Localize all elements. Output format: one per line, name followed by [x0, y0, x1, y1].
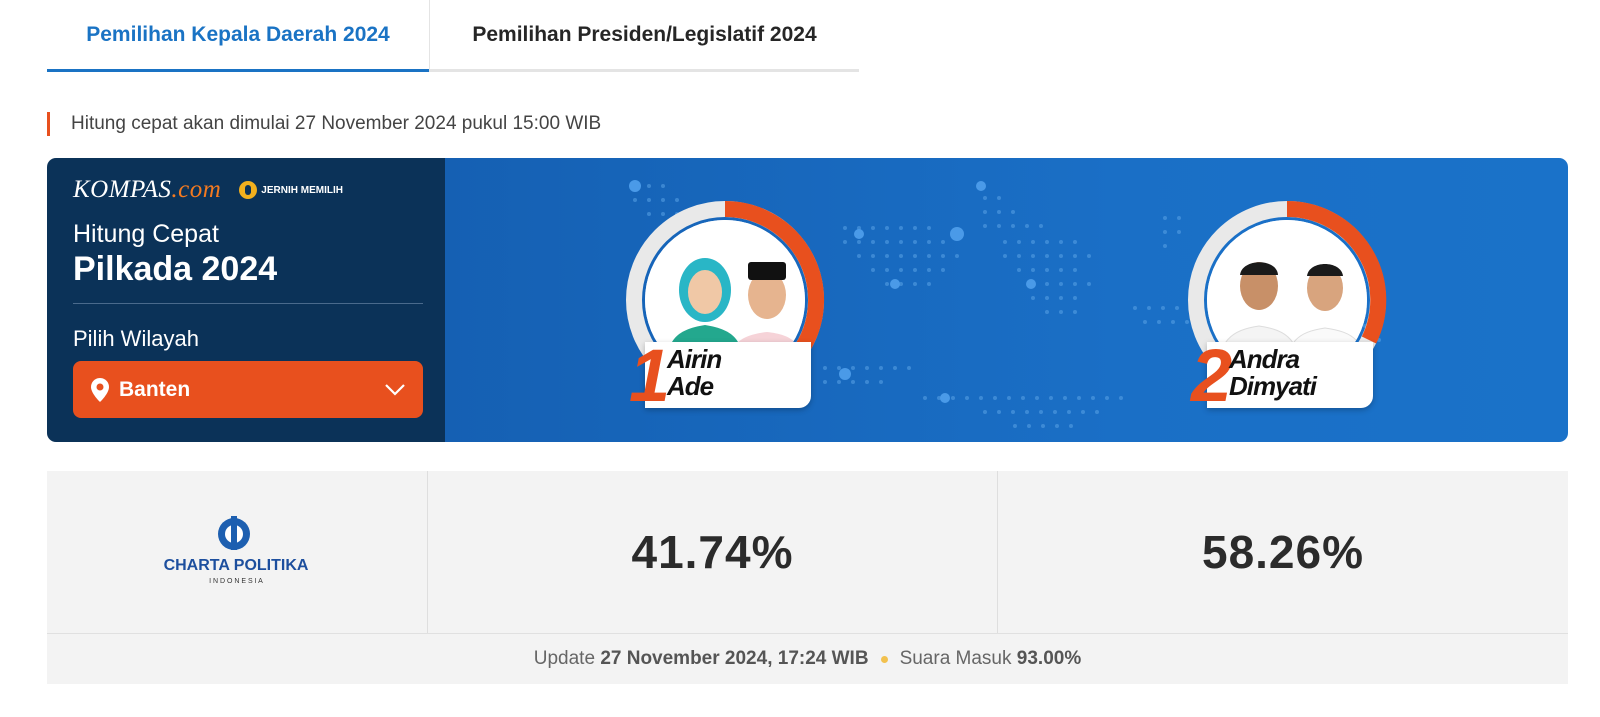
location-pin-icon [91, 377, 109, 402]
tab-pilpres-legislatif[interactable]: Pemilihan Presiden/Legislatif 2024 [429, 0, 859, 69]
region-select-value: Banten [119, 377, 191, 401]
quick-count-notice: Hitung cepat akan dimulai 27 November 20… [47, 112, 601, 136]
election-tabs: Pemilihan Kepala Daerah 2024 Pemilihan P… [47, 0, 859, 72]
pollster-name: CHARTA POLITIKA [164, 557, 309, 574]
banner-title: Hitung Cepat [73, 220, 219, 248]
candidate-1-number: 1 [629, 334, 671, 417]
candidate-1-names: Airin Ade [667, 344, 722, 401]
chevron-down-icon [385, 383, 405, 396]
candidate-2-percentage: 58.26% [1201, 526, 1364, 578]
update-value: 27 November 2024, 17:24 WIB [600, 648, 869, 669]
region-select[interactable]: Banten [73, 361, 423, 418]
pollster-logo: CHARTA POLITIKA I N D O N E S I A [47, 471, 428, 633]
candidate-2-names: Andra Dimyati [1229, 344, 1317, 401]
votes-value: 93.00% [1016, 648, 1082, 669]
votes-label: Suara Masuk [899, 648, 1012, 669]
candidates-panel: 1 Airin Ade 2 Andra Dimyati [445, 158, 1568, 442]
tab-pilkada[interactable]: Pemilihan Kepala Daerah 2024 [47, 0, 429, 72]
charta-politika-logo: CHARTA POLITIKA I N D O N E S I A [164, 516, 309, 585]
quick-count-banner: KOMPAS.com JERNIH MEMILIH Hitung Cepat P… [47, 158, 1568, 442]
separator-dot-icon [880, 655, 888, 663]
divider [73, 303, 423, 304]
candidate-1-card[interactable]: 1 Airin Ade [625, 200, 840, 415]
jernih-memilih-logo: JERNIH MEMILIH [239, 181, 343, 199]
candidate-1-percentage: 41.74% [428, 471, 998, 633]
brand-logos: KOMPAS.com JERNIH MEMILIH [73, 176, 343, 204]
candidate-2-card[interactable]: 2 Andra Dimyati [1187, 200, 1402, 415]
candidate-2-number: 2 [1191, 334, 1233, 417]
quick-count-results: CHARTA POLITIKA I N D O N E S I A 41.74%… [47, 471, 1568, 634]
kompas-logo: KOMPAS.com [73, 176, 222, 203]
region-label: Pilih Wilayah [73, 326, 199, 351]
banner-subtitle: Pilkada 2024 [73, 250, 278, 288]
pollster-tagline: I N D O N E S I A [209, 578, 263, 585]
banner-info-panel: KOMPAS.com JERNIH MEMILIH Hitung Cepat P… [47, 158, 445, 442]
update-label: Update [533, 648, 596, 669]
results-footer: Update 27 November 2024, 17:24 WIB Suara… [47, 634, 1568, 684]
jernih-memilih-icon [239, 181, 258, 199]
